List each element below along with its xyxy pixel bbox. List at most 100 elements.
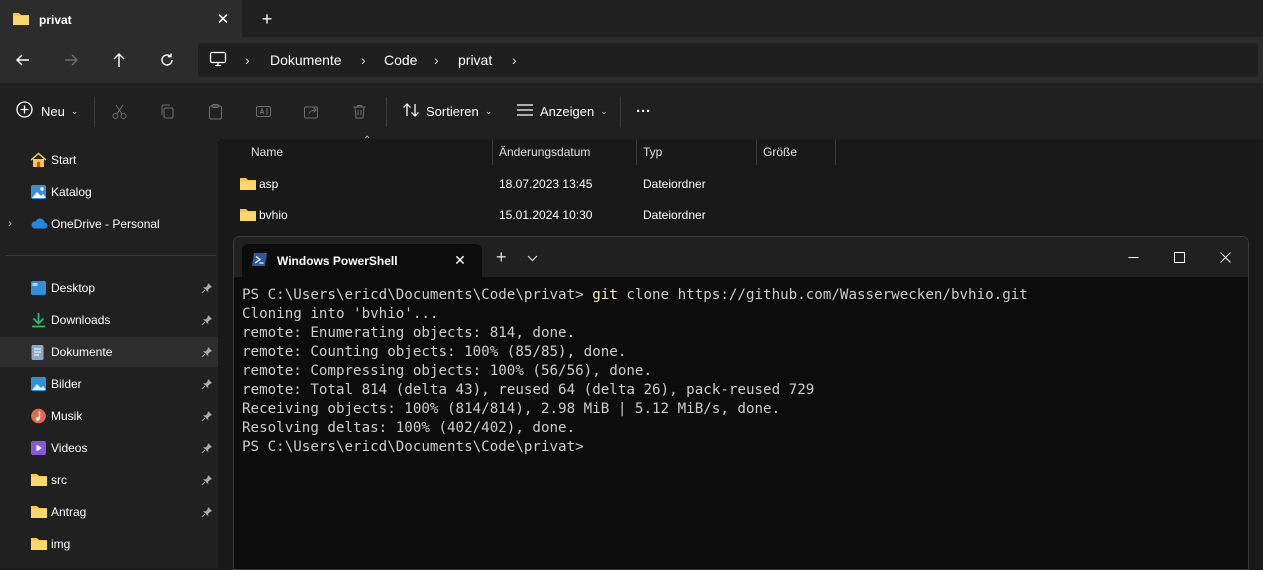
paste-icon[interactable] xyxy=(207,97,224,125)
new-tab-button[interactable]: + xyxy=(496,247,507,268)
sidebar-item-label: Bilder xyxy=(51,377,82,391)
pin-icon[interactable] xyxy=(201,314,213,329)
minimize-icon[interactable] xyxy=(1110,237,1156,277)
console-line: remote: Total 814 (delta 43), reused 64 … xyxy=(242,382,815,398)
new-tab-button[interactable]: + xyxy=(256,8,278,30)
close-tab-icon[interactable]: ✕ xyxy=(212,8,234,30)
divider xyxy=(94,97,95,127)
view-button[interactable]: Anzeigen ⌄ xyxy=(516,97,608,125)
share-icon[interactable] xyxy=(303,97,320,125)
sidebar-item-label: Desktop xyxy=(51,281,96,295)
breadcrumb-code[interactable]: Code xyxy=(384,52,417,68)
pin-icon[interactable] xyxy=(201,506,213,521)
sidebar-item-label: src xyxy=(51,473,67,487)
copy-icon[interactable] xyxy=(159,97,176,125)
sidebar-item-downloads[interactable]: Downloads xyxy=(0,305,218,335)
sort-ascending-icon: ⌃ xyxy=(363,135,372,146)
prompt: PS C:\Users\ericd\Documents\Code\privat> xyxy=(242,287,593,303)
breadcrumb-privat[interactable]: privat xyxy=(458,52,492,68)
folder-icon xyxy=(30,536,48,554)
chevron-down-icon: ⌄ xyxy=(600,105,608,116)
column-divider[interactable] xyxy=(835,139,836,165)
console-line: remote: Counting objects: 100% (85/85), … xyxy=(242,344,627,360)
expand-chevron-icon[interactable]: › xyxy=(8,216,12,230)
back-arrow-icon[interactable] xyxy=(10,47,36,73)
delete-icon[interactable] xyxy=(351,97,368,125)
chevron-down-icon[interactable] xyxy=(527,251,538,265)
console-line: Cloning into 'bvhio'... xyxy=(242,306,439,322)
table-row[interactable]: bvhio 15.01.2024 10:30 Dateiordner xyxy=(230,200,830,230)
sort-label: Sortieren xyxy=(426,103,479,119)
pin-icon[interactable] xyxy=(201,474,213,489)
picture-icon xyxy=(30,376,47,395)
breadcrumb-chevron-icon[interactable]: › xyxy=(512,52,517,68)
file-type: Dateiordner xyxy=(643,177,706,191)
up-arrow-icon[interactable] xyxy=(106,47,132,73)
divider xyxy=(386,97,387,127)
column-header-type[interactable]: Typ xyxy=(643,145,662,165)
close-tab-icon[interactable]: ✕ xyxy=(450,250,470,270)
view-list-icon xyxy=(516,103,534,120)
divider xyxy=(620,97,621,127)
breadcrumb-chevron-icon[interactable]: › xyxy=(361,52,366,68)
column-header-size[interactable]: Größe xyxy=(763,145,797,165)
explorer-tab-bar: privat ✕ + xyxy=(0,0,1263,37)
table-row[interactable]: asp 18.07.2023 13:45 Dateiordner xyxy=(230,169,830,199)
tab-privat[interactable]: privat ✕ xyxy=(0,0,242,37)
cut-icon[interactable] xyxy=(111,97,128,125)
pin-icon[interactable] xyxy=(201,282,213,297)
column-header-date[interactable]: Änderungsdatum xyxy=(499,145,590,165)
view-label: Anzeigen xyxy=(540,103,595,119)
pin-icon[interactable] xyxy=(201,410,213,425)
file-name: bvhio xyxy=(259,208,288,222)
console-line: remote: Compressing objects: 100% (56/56… xyxy=(242,363,652,379)
sidebar-item-img[interactable]: img xyxy=(0,529,218,559)
navigation-pane: Start Katalog › OneDrive - Personal Desk… xyxy=(0,139,218,568)
console-line: Resolving deltas: 100% (402/402), done. xyxy=(242,420,576,436)
document-icon xyxy=(30,344,45,364)
breadcrumb-chevron-icon[interactable]: › xyxy=(434,52,439,68)
sidebar-item-src[interactable]: src xyxy=(0,465,218,495)
pin-icon[interactable] xyxy=(201,442,213,457)
sidebar-item-onedrive[interactable]: › OneDrive - Personal xyxy=(0,209,218,239)
breadcrumb-dokumente[interactable]: Dokumente xyxy=(270,52,342,68)
sidebar-item-antrag[interactable]: Antrag xyxy=(0,497,218,527)
column-header-name[interactable]: Name xyxy=(251,145,283,165)
download-icon xyxy=(30,312,47,331)
column-divider[interactable] xyxy=(636,139,637,165)
refresh-icon[interactable] xyxy=(154,47,180,73)
more-options-icon[interactable]: ··· xyxy=(636,97,651,125)
forward-arrow-icon[interactable] xyxy=(58,47,84,73)
sidebar-item-videos[interactable]: Videos xyxy=(0,433,218,463)
terminal-tab[interactable]: Windows PowerShell ✕ xyxy=(242,244,482,277)
sort-button[interactable]: Sortieren ⌄ xyxy=(402,97,492,125)
console-line: PS C:\Users\ericd\Documents\Code\privat>… xyxy=(242,286,1242,305)
sidebar-item-musik[interactable]: Musik xyxy=(0,401,218,431)
command-args: clone https://github.com/Wasserwecken/bv… xyxy=(617,287,1028,303)
sidebar-divider xyxy=(6,255,216,256)
sidebar-item-katalog[interactable]: Katalog xyxy=(0,177,218,207)
maximize-icon[interactable] xyxy=(1156,237,1202,277)
breadcrumb-chevron-icon[interactable]: › xyxy=(245,52,250,68)
folder-icon xyxy=(30,472,48,490)
pin-icon[interactable] xyxy=(201,378,213,393)
folder-icon xyxy=(239,176,257,194)
sidebar-item-label: OneDrive - Personal xyxy=(51,217,160,231)
sidebar-item-dokumente[interactable]: Dokumente xyxy=(0,337,218,367)
new-button[interactable]: Neu ⌄ xyxy=(16,97,78,125)
sort-icon xyxy=(402,102,420,121)
terminal-titlebar[interactable]: Windows PowerShell ✕ + xyxy=(234,237,1248,277)
sidebar-item-start[interactable]: Start xyxy=(0,145,218,175)
rename-icon[interactable] xyxy=(255,97,272,125)
pin-icon[interactable] xyxy=(201,346,213,361)
address-bar[interactable]: › Dokumente › Code › privat › xyxy=(198,43,1258,77)
navigation-bar: › Dokumente › Code › privat › xyxy=(0,37,1263,83)
sidebar-item-bilder[interactable]: Bilder xyxy=(0,369,218,399)
column-divider[interactable] xyxy=(756,139,757,165)
sidebar-item-desktop[interactable]: Desktop xyxy=(0,273,218,303)
close-window-icon[interactable] xyxy=(1202,237,1248,277)
chevron-down-icon: ⌄ xyxy=(70,105,79,116)
home-icon xyxy=(30,152,47,171)
column-divider[interactable] xyxy=(492,139,493,165)
terminal-output[interactable]: PS C:\Users\ericd\Documents\Code\privat>… xyxy=(242,286,1242,457)
